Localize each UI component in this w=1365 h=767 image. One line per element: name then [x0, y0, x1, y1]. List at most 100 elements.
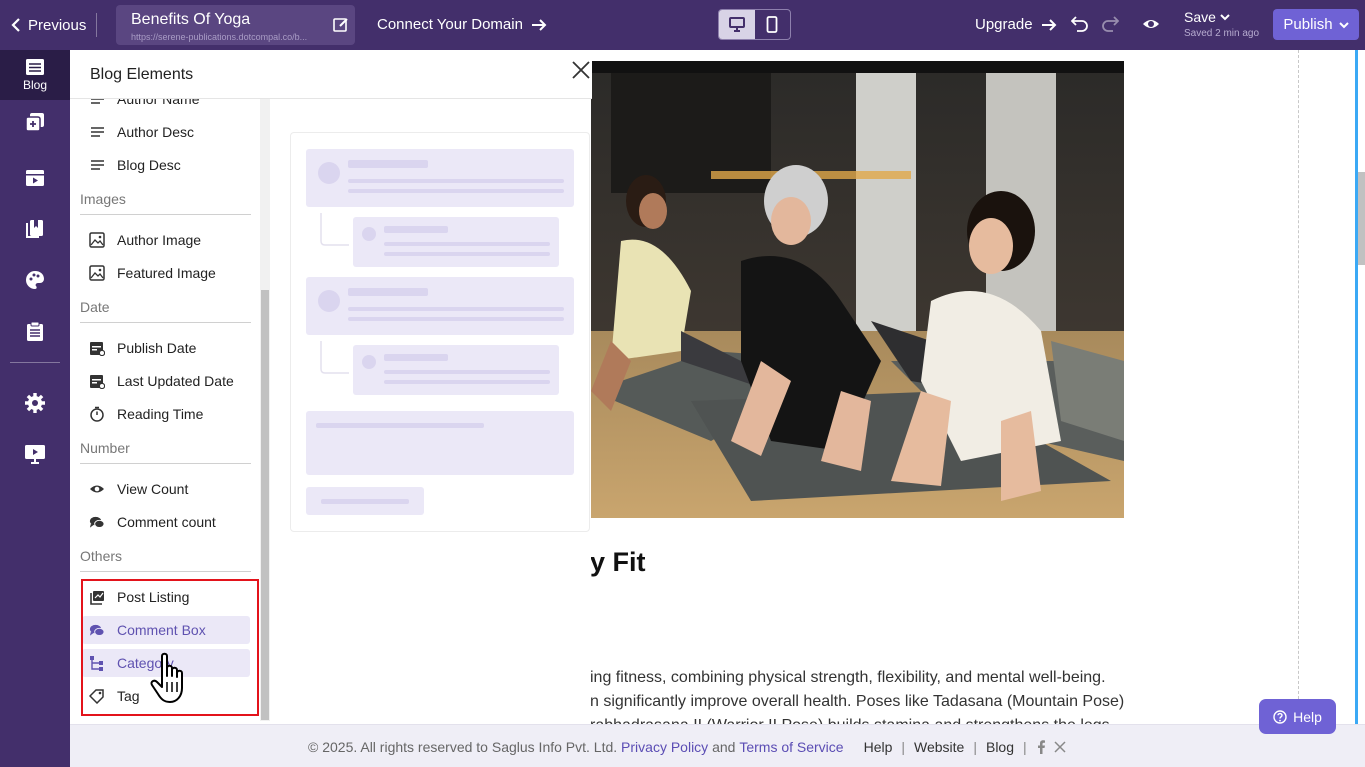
x-twitter-icon[interactable] [1054, 741, 1066, 753]
publish-button[interactable]: Publish [1273, 9, 1359, 40]
add-pages-icon [25, 113, 44, 132]
canvas-scrollbar[interactable] [1358, 172, 1365, 265]
chevron-down-icon [1338, 21, 1349, 28]
section-divider [80, 571, 251, 572]
image-icon [89, 232, 105, 248]
connect-domain-link[interactable]: Connect Your Domain [377, 16, 547, 33]
post-heading[interactable]: y Fit [590, 547, 646, 578]
element-author-desc[interactable]: Author Desc [82, 118, 250, 146]
desktop-icon [728, 17, 745, 32]
rail-item-presentation[interactable] [0, 439, 70, 469]
calendar-icon [89, 340, 105, 356]
save-menu[interactable]: Save Saved 2 min ago [1184, 9, 1259, 39]
gear-icon [25, 393, 45, 413]
element-label: Author Desc [117, 124, 195, 140]
element-label: Comment count [117, 514, 216, 530]
element-label: Author Name [117, 99, 200, 107]
element-view-count[interactable]: View Count [82, 475, 250, 503]
privacy-policy-link[interactable]: Privacy Policy [621, 739, 708, 755]
arrow-right-icon [531, 18, 547, 31]
element-label: Blog Desc [117, 157, 181, 173]
eye-icon [89, 481, 105, 497]
redo-icon[interactable] [1101, 14, 1119, 32]
blog-icon [26, 59, 44, 75]
chevron-down-icon [1220, 14, 1230, 21]
yoga-class-image [591, 61, 1124, 518]
canvas-guide-line [1298, 50, 1299, 724]
separator: | [1023, 739, 1027, 755]
separator: | [973, 739, 977, 755]
upgrade-link[interactable]: Upgrade [975, 16, 1057, 33]
desktop-view-button[interactable] [719, 10, 755, 39]
rail-item-media[interactable] [0, 163, 70, 193]
mobile-view-button[interactable] [755, 10, 791, 39]
publish-label: Publish [1283, 16, 1333, 33]
close-icon[interactable] [570, 59, 592, 81]
facebook-icon[interactable] [1036, 740, 1046, 754]
top-bar: Previous Benefits Of Yoga https://serene… [0, 0, 1365, 50]
rail-item-bookmarks[interactable] [0, 214, 70, 244]
rail-item-blog[interactable]: Blog [0, 50, 70, 100]
rail-blog-label: Blog [22, 78, 48, 92]
arrow-right-icon [1041, 18, 1056, 31]
section-divider [80, 322, 251, 323]
comment-box-skeleton [306, 149, 574, 515]
terms-link[interactable]: Terms of Service [739, 739, 843, 755]
element-reading-time[interactable]: Reading Time [82, 400, 250, 428]
rail-item-clipboard[interactable] [0, 316, 70, 346]
footer-links: © 2025. All rights reserved to Saglus In… [308, 739, 1066, 755]
footer-help-link[interactable]: Help [864, 739, 893, 755]
hand-cursor-icon [150, 652, 183, 703]
footer-blog-link[interactable]: Blog [986, 739, 1014, 755]
element-author-image[interactable]: Author Image [82, 226, 250, 254]
rail-item-palette[interactable] [0, 265, 70, 295]
element-preview-panel [270, 50, 591, 724]
upgrade-label: Upgrade [975, 16, 1033, 33]
section-number: Number [80, 440, 130, 456]
divider [96, 13, 97, 37]
post-body-line: n significantly improve overall health. … [590, 693, 1125, 710]
post-body-line: ing fitness, combining physical strength… [590, 669, 1106, 686]
element-label: Reading Time [117, 406, 204, 422]
saved-status: Saved 2 min ago [1184, 28, 1260, 39]
element-last-updated-date[interactable]: Last Updated Date [82, 367, 250, 395]
element-label: Last Updated Date [117, 373, 234, 389]
rail-item-settings[interactable] [0, 388, 70, 418]
featured-yoga-photo[interactable] [591, 61, 1124, 518]
help-button[interactable]: Help [1259, 699, 1336, 734]
copyright-text: © 2025. All rights reserved to Saglus In… [308, 739, 618, 755]
rail-item-add-pages[interactable] [0, 112, 70, 132]
rail-divider [10, 362, 60, 363]
separator: | [901, 739, 906, 755]
element-author-name[interactable]: Author Name [82, 99, 250, 113]
comments-icon [89, 514, 105, 530]
help-label: Help [1293, 708, 1322, 725]
section-images: Images [80, 191, 126, 207]
panel-scrollbar-thumb[interactable] [261, 290, 269, 720]
footer-website-link[interactable]: Website [914, 739, 964, 755]
presentation-icon [25, 445, 45, 464]
blog-elements-header: Blog Elements [70, 50, 592, 99]
post-body-line: rabhadrasana II (Warrior II Pose) builds… [590, 714, 1124, 724]
device-toggle [718, 9, 791, 40]
element-featured-image[interactable]: Featured Image [82, 259, 250, 287]
element-label: View Count [117, 481, 189, 497]
preview-eye-icon[interactable] [1142, 15, 1160, 33]
post-body[interactable]: ing fitness, combining physical strength… [590, 666, 1124, 724]
stopwatch-icon [89, 406, 105, 422]
undo-icon[interactable] [1071, 14, 1089, 32]
element-label: Publish Date [117, 340, 197, 356]
element-comment-count[interactable]: Comment count [82, 508, 250, 536]
media-icon [26, 170, 44, 186]
page-title: Benefits Of Yoga [131, 11, 251, 28]
element-label: Featured Image [117, 265, 216, 281]
element-blog-desc[interactable]: Blog Desc [82, 151, 250, 179]
previous-label: Previous [28, 16, 87, 34]
previous-button[interactable]: Previous [10, 12, 86, 38]
clipboard-icon [27, 321, 43, 341]
panel-title: Blog Elements [90, 66, 194, 83]
edit-icon[interactable] [332, 16, 350, 34]
page-title-box[interactable]: Benefits Of Yoga https://serene-publicat… [116, 5, 355, 45]
calendar-icon [89, 373, 105, 389]
element-publish-date[interactable]: Publish Date [82, 334, 250, 362]
